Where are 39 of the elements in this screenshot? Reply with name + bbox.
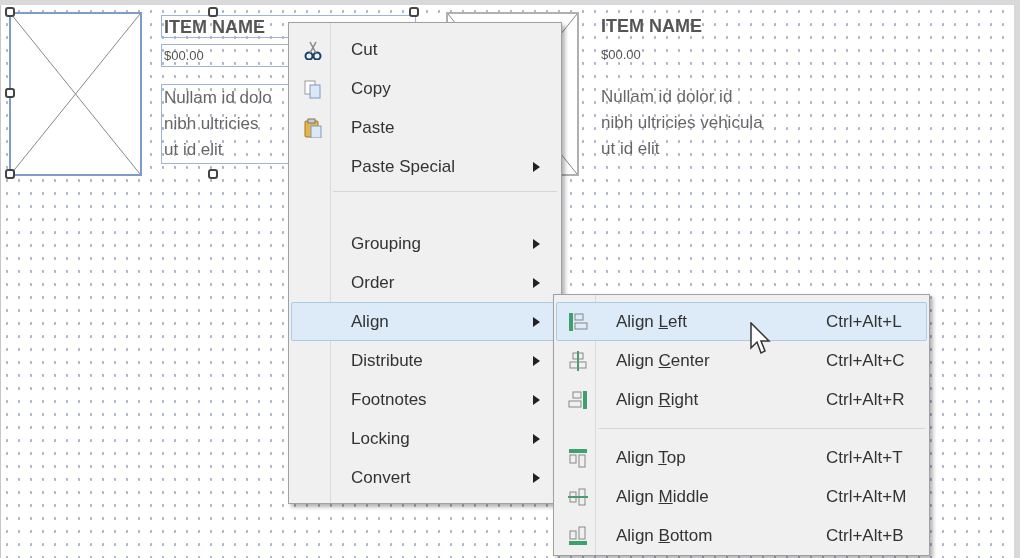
menu-item-label: Align Left [616,311,687,331]
scissors-icon [303,39,323,60]
selection-handle[interactable] [5,169,15,179]
menu-item[interactable]: Align Right Ctrl+Alt+R [556,380,927,419]
menu-item[interactable]: Align Middle Ctrl+Alt+M [556,477,927,516]
menu-item-label: Align Center [616,350,710,370]
menu-item-label: Align Bottom [616,525,713,545]
align-center-icon [568,350,588,371]
selection-handle[interactable] [208,7,218,17]
menu-item[interactable]: Order [291,263,559,302]
copy-icon [303,78,323,99]
align-right-icon [568,389,588,410]
menu-item[interactable]: Align Center Ctrl+Alt+C [556,341,927,380]
shortcut-text: Ctrl+Alt+T [826,446,903,469]
menu-item-label: Align Top [616,447,686,467]
selection-handle[interactable] [208,169,218,179]
selection-handle[interactable] [409,7,419,17]
menu-item[interactable]: Align Bottom Ctrl+Alt+B [556,516,927,555]
align-middle-icon [568,486,588,507]
price-text: $00.00 [600,46,642,64]
paste-icon [303,117,323,138]
item-name: ITEM NAME [600,15,703,38]
selection-handle[interactable] [5,7,15,17]
shortcut-text: Ctrl+Alt+M [826,485,907,508]
menu-item-label: Align Middle [616,486,709,506]
pointer-cursor-icon [750,322,772,356]
menu-item-label: Align Right [616,389,699,409]
shortcut-text: Ctrl+Alt+C [826,349,905,372]
shortcut-text: Ctrl+Alt+B [826,524,904,547]
shortcut-text: Ctrl+Alt+R [826,388,905,411]
selection-handle[interactable] [5,88,15,98]
align-top-icon [568,447,588,468]
description-text: Nullam id dolor id nibh ultricies vehicula ut id elit [600,86,764,160]
menu-item[interactable]: Align Top Ctrl+Alt+T [556,438,927,477]
align-left-icon [568,311,588,332]
align-bottom-icon [568,525,588,546]
shortcut-text: Ctrl+Alt+L [826,310,902,333]
menu-item[interactable]: Grouping [291,224,559,263]
menu-item[interactable]: Align Left Ctrl+Alt+L [556,302,927,341]
